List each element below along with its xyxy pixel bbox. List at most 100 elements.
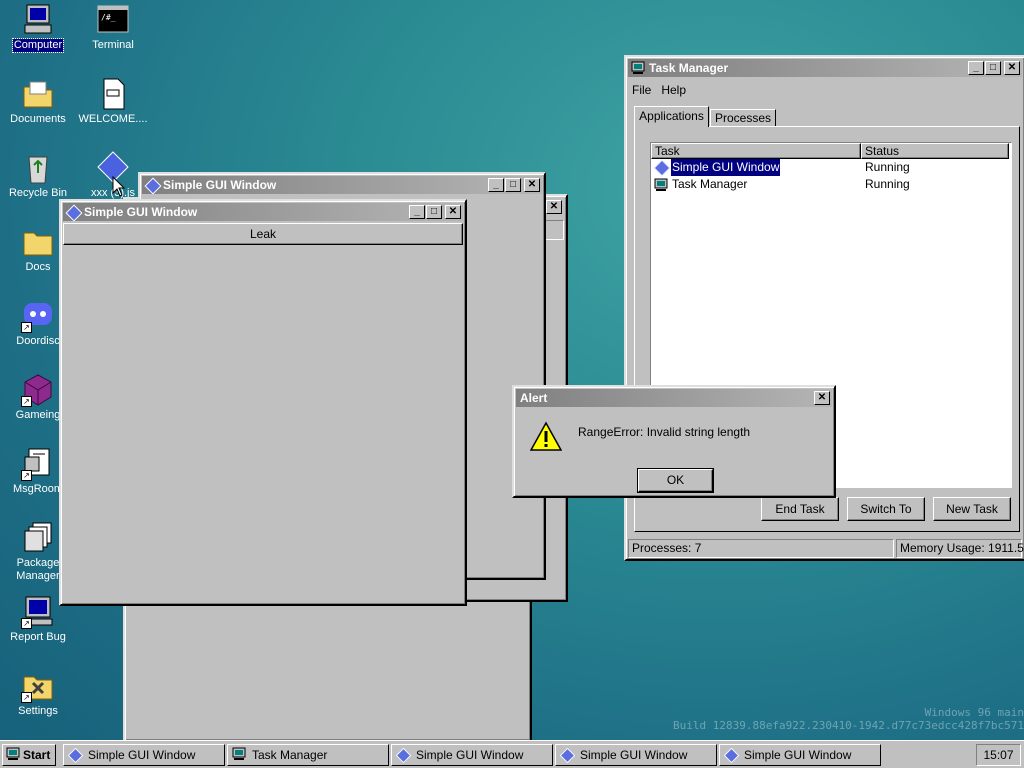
diamond-app-icon bbox=[67, 747, 84, 763]
table-row[interactable]: Task Manager Running bbox=[651, 176, 1011, 193]
tab-label: Processes bbox=[714, 111, 772, 125]
window-title: Task Manager bbox=[649, 61, 729, 75]
status-memory: Memory Usage: 1911.5 MB bbox=[896, 539, 1024, 558]
taskbar-item-label: Simple GUI Window bbox=[744, 748, 852, 762]
mouse-cursor-icon bbox=[112, 175, 126, 201]
gui-window-front-titlebar[interactable]: Simple GUI Window _ □ ✕ bbox=[63, 203, 463, 222]
back-frame-controls: ✕ bbox=[543, 200, 564, 214]
desktop-icon-documents[interactable]: Documents bbox=[0, 77, 76, 126]
shortcut-arrow-icon: ↗ bbox=[21, 618, 32, 629]
taskbar-item-gui-window[interactable]: Simple GUI Window bbox=[391, 744, 553, 766]
close-button[interactable]: ✕ bbox=[524, 178, 540, 192]
package-manager-icon bbox=[21, 521, 55, 555]
documents-folder-icon bbox=[21, 77, 55, 111]
desktop-icon-label: Settings bbox=[18, 705, 58, 717]
gui-window-back-titlebar[interactable]: Simple GUI Window _ □ ✕ bbox=[142, 176, 542, 195]
desktop-icon-label: Docs bbox=[25, 261, 51, 273]
alert-message: RangeError: Invalid string length bbox=[578, 425, 751, 439]
column-header-status[interactable]: Status bbox=[861, 143, 1009, 159]
warning-icon bbox=[529, 421, 563, 456]
maximize-button[interactable]: □ bbox=[985, 61, 1001, 75]
taskbar-item-label: Simple GUI Window bbox=[416, 748, 524, 762]
start-logo-icon bbox=[6, 747, 20, 764]
taskbar-item-label: Simple GUI Window bbox=[88, 748, 196, 762]
menu-help[interactable]: Help bbox=[661, 83, 686, 97]
tab-label: Applications bbox=[639, 109, 704, 123]
diamond-app-icon bbox=[395, 747, 412, 763]
diamond-app-icon bbox=[723, 747, 740, 763]
alert-titlebar[interactable]: Alert ✕ bbox=[516, 389, 832, 407]
desktop-icon-label: Documents bbox=[10, 113, 66, 125]
shortcut-arrow-icon: ↗ bbox=[21, 470, 32, 481]
switch-to-button[interactable]: Switch To bbox=[847, 497, 925, 521]
back-frame-button-edge bbox=[544, 220, 564, 240]
close-button[interactable]: ✕ bbox=[814, 391, 830, 405]
desktop-icon-recycle-bin[interactable]: Recycle Bin bbox=[0, 151, 76, 200]
taskbar-item-task-manager[interactable]: Task Manager bbox=[227, 744, 389, 766]
new-task-button[interactable]: New Task bbox=[933, 497, 1011, 521]
taskbar-item-gui-window[interactable]: Simple GUI Window bbox=[63, 744, 225, 766]
diamond-app-icon bbox=[65, 204, 83, 222]
minimize-button[interactable]: _ bbox=[968, 61, 984, 75]
desktop-icon-settings[interactable]: ↗ Settings bbox=[0, 669, 76, 718]
settings-icon: ↗ bbox=[21, 669, 55, 703]
watermark-line-2: Build 12839.88efa922.230410-1942.d77c73e… bbox=[673, 719, 1024, 732]
tab-processes[interactable]: Processes bbox=[710, 109, 776, 127]
task-name: Task Manager bbox=[672, 177, 748, 191]
task-status: Running bbox=[865, 177, 910, 191]
svg-text:/#_: /#_ bbox=[101, 13, 116, 22]
taskbar-item-gui-window[interactable]: Simple GUI Window bbox=[555, 744, 717, 766]
desktop-icon-label: Gameing bbox=[15, 409, 61, 421]
menu-bar: File Help bbox=[632, 83, 686, 97]
task-manager-icon bbox=[232, 747, 246, 764]
desktop-icon-label: Report Bug bbox=[10, 631, 66, 643]
end-task-button[interactable]: End Task bbox=[761, 497, 839, 521]
start-button[interactable]: Start bbox=[2, 744, 56, 766]
diamond-app-icon bbox=[144, 177, 162, 195]
task-list-header: Task Status bbox=[651, 143, 1011, 159]
leak-button[interactable]: Leak bbox=[63, 223, 463, 245]
build-watermark: Windows 96 main Build 12839.88efa922.230… bbox=[673, 706, 1024, 732]
ok-button[interactable]: OK bbox=[637, 468, 714, 493]
desktop-icon-label: Computer bbox=[11, 38, 65, 53]
close-button[interactable]: ✕ bbox=[546, 200, 562, 214]
start-label: Start bbox=[23, 748, 51, 762]
desktop-icon-label: Doordisc bbox=[16, 335, 60, 347]
window-title: Simple GUI Window bbox=[163, 178, 277, 192]
gui-window-front[interactable]: Simple GUI Window _ □ ✕ Leak bbox=[59, 199, 467, 606]
discord-icon: ↗ bbox=[21, 299, 55, 333]
report-bug-icon: ↗ bbox=[21, 595, 55, 629]
desktop-icon-label: WELCOME.... bbox=[78, 113, 148, 125]
desktop-icon-label: MsgRoom bbox=[12, 483, 64, 495]
desktop-icon-computer[interactable]: Computer bbox=[0, 3, 76, 53]
watermark-line-1: Windows 96 main bbox=[924, 706, 1024, 719]
minimize-button[interactable]: _ bbox=[409, 205, 425, 219]
diamond-app-icon bbox=[653, 159, 671, 177]
minimize-button[interactable]: _ bbox=[488, 178, 504, 192]
task-manager-titlebar[interactable]: Task Manager _ □ ✕ bbox=[628, 59, 1022, 77]
menu-file[interactable]: File bbox=[632, 83, 651, 97]
folder-icon bbox=[21, 225, 55, 259]
task-manager-icon bbox=[631, 61, 645, 75]
taskbar-item-gui-window[interactable]: Simple GUI Window bbox=[719, 744, 881, 766]
computer-icon bbox=[21, 3, 55, 37]
desktop-icon-label: Terminal bbox=[92, 39, 134, 51]
close-button[interactable]: ✕ bbox=[1004, 61, 1020, 75]
tab-applications[interactable]: Applications bbox=[634, 106, 709, 127]
table-row[interactable]: Simple GUI Window Running bbox=[651, 159, 1011, 177]
taskbar-item-label: Simple GUI Window bbox=[580, 748, 688, 762]
recycle-bin-icon bbox=[21, 151, 55, 185]
window-title: Alert bbox=[520, 391, 548, 405]
shortcut-arrow-icon: ↗ bbox=[21, 396, 32, 407]
desktop-icon-terminal[interactable]: /#_ Terminal bbox=[75, 3, 151, 52]
column-header-task[interactable]: Task bbox=[651, 143, 861, 159]
game-cube-icon: ↗ bbox=[21, 373, 55, 407]
task-status: Running bbox=[865, 160, 910, 174]
maximize-button[interactable]: □ bbox=[426, 205, 442, 219]
desktop-icon-welcome[interactable]: WELCOME.... bbox=[75, 77, 151, 126]
maximize-button[interactable]: □ bbox=[505, 178, 521, 192]
close-button[interactable]: ✕ bbox=[445, 205, 461, 219]
diamond-app-icon bbox=[559, 747, 576, 763]
alert-dialog[interactable]: Alert ✕ RangeError: Invalid string lengt… bbox=[512, 385, 836, 498]
taskbar: Start Simple GUI Window Task Manager Sim… bbox=[0, 740, 1024, 768]
